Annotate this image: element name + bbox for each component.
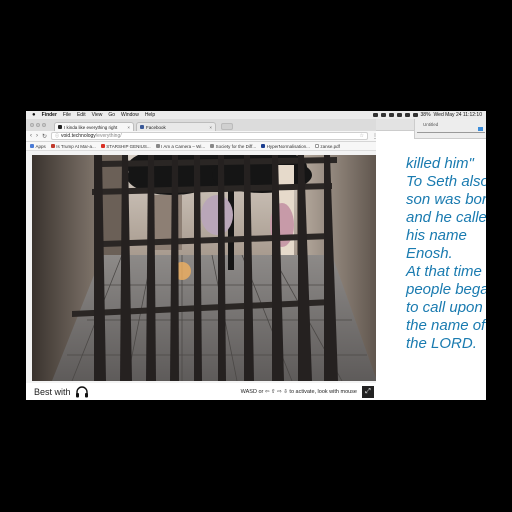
poem-line: and he called	[406, 209, 486, 226]
menu-window[interactable]: Window	[121, 112, 139, 118]
mac-menubar: ● Finder File Edit View Go Window Help 3…	[26, 111, 486, 119]
minimize-window-button[interactable]	[36, 123, 40, 127]
volume-icon[interactable]	[412, 113, 418, 117]
address-toolbar: ‹ › ↻ ⓘ void.technology/everything/ ☆ ⋮	[26, 131, 382, 142]
fullscreen-icon[interactable]: ⤢	[362, 385, 374, 398]
bookmark-apps[interactable]: Apps	[30, 144, 46, 149]
tab-label: I kinda like everything right	[64, 124, 118, 130]
info-icon[interactable]: ⓘ	[55, 133, 59, 139]
reload-icon[interactable]: ↻	[42, 133, 47, 140]
text-editor-window: Untitled killed him" To Seth also a son …	[376, 119, 486, 400]
status-icon[interactable]	[388, 113, 394, 117]
menubar-clock[interactable]: Wed May 24 11:12:10	[434, 112, 482, 118]
bookmark-label: zanse.pdf	[320, 143, 340, 149]
bookmark-trump[interactable]: Is Trump At Mar-a...	[50, 143, 96, 149]
poem-line: Enosh.	[406, 245, 453, 262]
status-icon[interactable]	[380, 113, 386, 117]
best-with-label: Best with	[34, 386, 71, 397]
bookmark-label: I Am a Camera – Wi...	[161, 143, 206, 149]
menu-go[interactable]: Go	[108, 112, 115, 118]
bookmarks-bar: Apps Is Trump At Mar-a... STARSHIP GENIU…	[26, 142, 382, 151]
jail-cell-scene	[32, 155, 377, 381]
document-icon	[314, 144, 319, 148]
url-path: /everything/	[95, 133, 122, 139]
text-editor-toolbar: Untitled	[414, 119, 486, 139]
bookmark-hypernormalisation[interactable]: HyperNormalisation...	[261, 144, 310, 149]
hanging-clothes	[201, 195, 233, 235]
bookmark-label: STARSHIP GENIUS...	[106, 143, 151, 149]
void-favicon-icon	[58, 125, 62, 129]
bookmark-favicon-icon	[50, 144, 55, 148]
close-tab-icon[interactable]: ×	[209, 125, 212, 130]
wikipedia-icon	[155, 144, 160, 148]
poem-text[interactable]: killed him" To Seth also a son was born,…	[406, 155, 486, 353]
desktop-screen: ● Finder File Edit View Go Window Help 3…	[26, 111, 486, 400]
menu-help[interactable]: Help	[145, 112, 155, 118]
window-controls	[30, 123, 46, 127]
tab-bar: I kinda like everything right × Facebook…	[26, 119, 382, 131]
close-tab-icon[interactable]: ×	[127, 125, 130, 130]
poem-line: To Seth also a	[406, 173, 486, 190]
status-icon[interactable]	[396, 113, 402, 117]
menu-view[interactable]: View	[92, 112, 103, 118]
controls-hint: WASD or ⇦ ⇧ ⇨ ⇩ to activate, look with m…	[240, 388, 357, 395]
bookmark-starship[interactable]: STARSHIP GENIUS...	[100, 143, 151, 149]
bookmark-star-icon[interactable]: ☆	[360, 133, 364, 139]
poem-line: son was born,	[406, 191, 486, 208]
apple-icon[interactable]: ●	[32, 112, 36, 118]
poem-line: his name	[406, 227, 467, 244]
url-input[interactable]: ⓘ void.technology/everything/ ☆	[51, 132, 368, 140]
bookmark-zanse[interactable]: zanse.pdf	[314, 143, 340, 149]
zoom-window-button[interactable]	[42, 123, 46, 127]
status-icon[interactable]	[372, 113, 378, 117]
battery-percent[interactable]: 38%	[421, 112, 431, 118]
poem-line: to call upon	[406, 299, 483, 316]
bookmark-label: Is Trump At Mar-a...	[56, 143, 96, 149]
document-title: Untitled	[423, 122, 439, 127]
poem-line: the LORD.	[406, 335, 477, 352]
wifi-icon[interactable]	[404, 113, 410, 117]
url-host: void.technology	[61, 133, 96, 139]
youtube-icon	[100, 144, 105, 148]
tab-facebook[interactable]: Facebook ×	[136, 122, 216, 131]
page-footer: Best with WASD or ⇦ ⇧ ⇨ ⇩ to activate, l…	[26, 383, 382, 400]
bookmark-label: Society for the Diff...	[215, 143, 257, 149]
bookmark-label: Apps	[35, 143, 46, 149]
poem-line: people began	[406, 281, 486, 298]
tab-void[interactable]: I kinda like everything right ×	[54, 122, 134, 131]
poem-line: the name of	[406, 317, 486, 334]
facebook-favicon-icon	[140, 125, 144, 129]
close-window-button[interactable]	[30, 123, 34, 127]
menu-app-name[interactable]: Finder	[42, 112, 57, 118]
forward-icon[interactable]: ›	[36, 133, 38, 139]
headphones-icon	[75, 385, 88, 397]
ruler	[417, 132, 485, 135]
browser-window: I kinda like everything right × Facebook…	[26, 119, 382, 400]
bookmark-camera[interactable]: I Am a Camera – Wi...	[155, 143, 206, 149]
wikipedia-icon	[210, 144, 215, 148]
poem-line: killed him"	[406, 155, 474, 172]
menu-edit[interactable]: Edit	[77, 112, 86, 118]
bookmark-label: HyperNormalisation...	[266, 143, 310, 149]
toolbar-blue-icon[interactable]	[478, 127, 483, 131]
video-frame: ● Finder File Edit View Go Window Help 3…	[0, 0, 512, 512]
menu-file[interactable]: File	[63, 112, 71, 118]
tab-label: Facebook	[146, 124, 166, 130]
bookmark-favicon-icon	[261, 144, 266, 148]
menubar-status-area: 38% Wed May 24 11:12:10	[372, 112, 486, 118]
apps-icon	[30, 144, 34, 148]
new-tab-button[interactable]	[221, 123, 233, 130]
back-icon[interactable]: ‹	[30, 133, 32, 139]
3d-scene-canvas[interactable]	[32, 155, 377, 381]
poem-line: At that time	[406, 263, 482, 280]
bookmark-society[interactable]: Society for the Diff...	[210, 144, 256, 149]
